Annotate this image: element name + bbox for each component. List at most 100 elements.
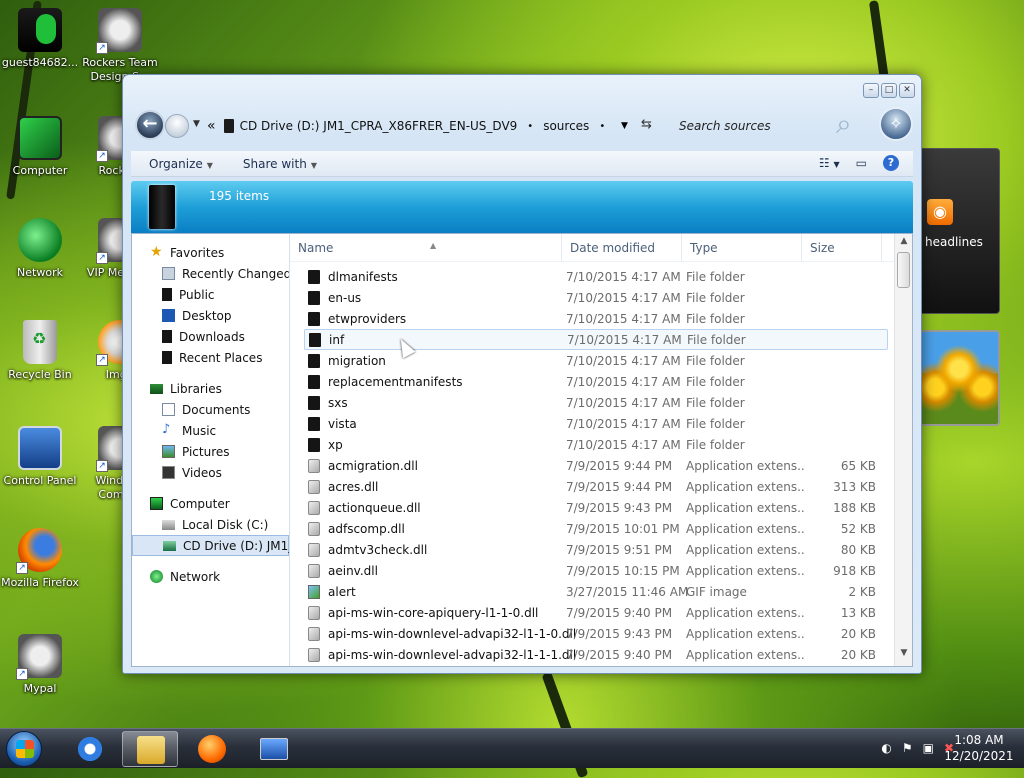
organize-menu[interactable]: Organize ▼ — [149, 157, 213, 171]
table-row[interactable]: sxs 7/10/2015 4:17 AM File folder — [304, 392, 888, 413]
breadcrumb-sources[interactable]: sources — [543, 119, 589, 133]
nav-documents[interactable]: Documents — [132, 399, 289, 420]
file-size-cell: 2 KB — [848, 584, 876, 599]
table-row[interactable]: etwproviders 7/10/2015 4:17 AM File folder — [304, 308, 888, 329]
nav-libraries[interactable]: Libraries — [132, 378, 289, 399]
nav-pictures[interactable]: Pictures — [132, 441, 289, 462]
breadcrumb-separator[interactable]: • — [527, 121, 533, 132]
table-row[interactable]: inf 7/10/2015 4:17 AM File folder — [304, 329, 888, 350]
table-row[interactable]: xp 7/10/2015 4:17 AM File folder — [304, 434, 888, 455]
table-row[interactable]: migration 7/10/2015 4:17 AM File folder — [304, 350, 888, 371]
favorite-star-button[interactable]: ✧ — [879, 107, 913, 141]
scroll-thumb[interactable] — [897, 252, 910, 288]
preview-pane-button[interactable]: ▭ — [856, 156, 867, 170]
file-type-cell: Application extens... — [686, 542, 806, 557]
desktop-icon — [162, 309, 175, 322]
table-row[interactable]: acres.dll 7/9/2015 9:44 PM Application ext… — [304, 476, 888, 497]
minimize-button[interactable]: – — [863, 83, 879, 98]
search-icon[interactable]: ⌕ — [836, 107, 870, 141]
file-date-cell: 7/10/2015 4:17 AM — [566, 437, 681, 452]
nav-public[interactable]: Public — [132, 284, 289, 305]
table-row[interactable]: alert 3/27/2015 11:46 AM GIF image 2 KB — [304, 581, 888, 602]
maximize-button[interactable]: □ — [881, 83, 897, 98]
vertical-scrollbar[interactable]: ▲ ▼ — [894, 234, 912, 666]
taskbar-windows-explorer[interactable] — [122, 731, 178, 767]
table-row[interactable]: replacementmanifests 7/10/2015 4:17 AM Fil… — [304, 371, 888, 392]
breadcrumb-separator[interactable]: • — [599, 121, 605, 132]
item-count: 195 items — [209, 189, 270, 203]
search-input[interactable]: Search sources — [671, 114, 821, 138]
address-dropdown[interactable]: ▼ — [621, 121, 628, 131]
recent-pages-dropdown[interactable]: ▼ — [193, 119, 200, 129]
table-row[interactable]: dlmanifests 7/10/2015 4:17 AM File folder — [304, 266, 888, 287]
file-type-cell: File folder — [686, 437, 745, 452]
nav-videos[interactable]: Videos — [132, 462, 289, 483]
scroll-up-icon[interactable]: ▲ — [895, 236, 913, 252]
file-name-cell: adfscomp.dll — [304, 521, 566, 536]
address-overflow-chevron[interactable]: « — [207, 118, 216, 134]
help-icon[interactable]: ? — [883, 155, 899, 171]
desktop-icon-computer[interactable]: Computer — [0, 116, 80, 178]
table-row[interactable]: adfscomp.dll 7/9/2015 10:01 PM Application… — [304, 518, 888, 539]
table-row[interactable]: admtv3check.dll 7/9/2015 9:51 PM Applicati… — [304, 539, 888, 560]
table-row[interactable]: aeinv.dll 7/9/2015 10:15 PM Application ex… — [304, 560, 888, 581]
column-name[interactable]: ▲ Name — [290, 233, 562, 262]
nav-recent-places[interactable]: Recent Places — [132, 347, 289, 368]
nav-favorites[interactable]: ★ Favorites — [132, 242, 289, 263]
table-row[interactable]: api-ms-win-downlevel-advapi32-l1-1-0.dll… — [304, 623, 888, 644]
navigation-pane[interactable]: ★ Favorites Recently Changed Public Deskt… — [132, 234, 290, 666]
flag-icon[interactable]: ⚑ — [902, 741, 913, 755]
column-date-modified[interactable]: Date modified — [562, 233, 682, 262]
explorer-window[interactable]: – □ ✕ ← ▼ « CD Drive (D:) JM1_CPRA_X86FR… — [122, 74, 922, 674]
table-row[interactable]: vista 7/10/2015 4:17 AM File folder — [304, 413, 888, 434]
nav-recently-changed[interactable]: Recently Changed — [132, 263, 289, 284]
address-bar[interactable]: « CD Drive (D:) JM1_CPRA_X86FRER_EN-US_D… — [207, 114, 657, 138]
taskbar-media-player[interactable] — [184, 731, 240, 767]
close-button[interactable]: ✕ — [899, 83, 915, 98]
desktop-icon-mypal[interactable]: ↗ Mypal — [0, 634, 80, 696]
desktop-icon-network[interactable]: Network — [0, 218, 80, 280]
taskbar-internet-explorer[interactable] — [62, 731, 118, 767]
back-button[interactable]: ← — [135, 110, 165, 140]
forward-button[interactable] — [165, 114, 189, 138]
slideshow-gadget[interactable] — [918, 330, 1000, 426]
breadcrumb-cd-drive[interactable]: CD Drive (D:) JM1_CPRA_X86FRER_EN-US_DV9 — [240, 119, 518, 133]
share-with-menu[interactable]: Share with ▼ — [243, 157, 317, 171]
action-center-icon[interactable]: ◐ — [881, 741, 891, 755]
network-status-icon[interactable]: ▣ — [923, 741, 934, 755]
file-list[interactable]: ▲ Name Date modified Type Size dlmanifest… — [290, 233, 912, 666]
desktop-icon-firefox[interactable]: ↗ Mozilla Firefox — [0, 528, 80, 590]
system-clock[interactable]: 1:08 AM 12/20/2021 — [944, 732, 1014, 764]
file-size-cell: 20 KB — [840, 626, 876, 641]
desktop-icon-guest[interactable]: guest84682... — [0, 8, 80, 70]
file-type-cell: File folder — [686, 353, 745, 368]
taskbar-remote-desktop[interactable] — [246, 731, 302, 767]
nav-computer[interactable]: Computer — [132, 493, 289, 514]
table-row[interactable]: acmigration.dll 7/9/2015 9:44 PM Applicati… — [304, 455, 888, 476]
table-row[interactable]: en-us 7/10/2015 4:17 AM File folder — [304, 287, 888, 308]
file-name-cell: alert — [304, 584, 566, 599]
start-button[interactable] — [6, 731, 42, 767]
scroll-down-icon[interactable]: ▼ — [895, 648, 913, 664]
feed-headlines-gadget[interactable]: ◉ headlines — [918, 148, 1000, 314]
file-type-cell: Application extens... — [686, 479, 806, 494]
nav-downloads[interactable]: Downloads — [132, 326, 289, 347]
column-size[interactable]: Size — [802, 233, 882, 262]
refresh-icon[interactable]: ⇆ — [641, 117, 652, 132]
file-name-cell: vista — [304, 416, 566, 431]
desktop-icon-recycle-bin[interactable]: ♻ Recycle Bin — [0, 320, 80, 382]
change-view-button[interactable]: ☷ ▼ — [819, 156, 840, 170]
nav-network[interactable]: Network — [132, 566, 289, 587]
firefox-icon: ↗ — [16, 528, 62, 574]
desktop-icon-control-panel[interactable]: Control Panel — [0, 426, 80, 488]
table-row[interactable]: actionqueue.dll 7/9/2015 9:43 PM Applicati… — [304, 497, 888, 518]
nav-desktop[interactable]: Desktop — [132, 305, 289, 326]
file-name-cell: admtv3check.dll — [304, 542, 566, 557]
desktop-icon-rockers-team[interactable]: ↗ Rockers Team Design S... — [80, 8, 160, 84]
table-row[interactable]: api-ms-win-core-apiquery-l1-1-0.dll 7/9/2… — [304, 602, 888, 623]
nav-music[interactable]: ♪ Music — [132, 420, 289, 441]
nav-cd-drive[interactable]: CD Drive (D:) JM1_C — [132, 535, 289, 556]
table-row[interactable]: api-ms-win-downlevel-advapi32-l1-1-1.dll… — [304, 644, 888, 665]
column-type[interactable]: Type — [682, 233, 802, 262]
nav-local-disk[interactable]: Local Disk (C:) — [132, 514, 289, 535]
